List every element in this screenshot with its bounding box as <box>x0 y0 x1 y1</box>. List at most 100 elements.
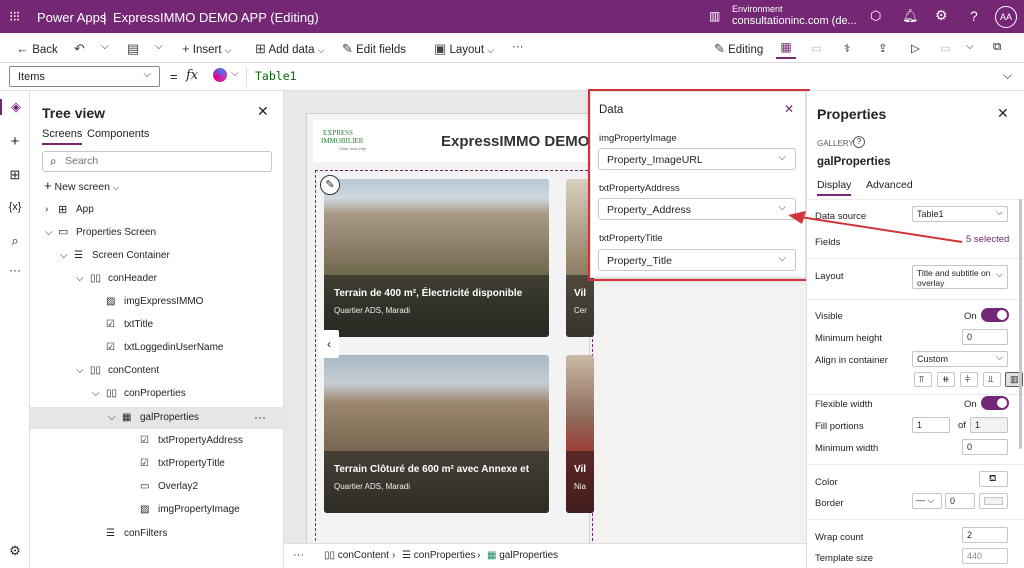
undo-button[interactable]: ↶ <box>74 41 85 57</box>
gallery-prev-button[interactable]: ‹ <box>319 330 339 358</box>
fields-link[interactable]: 5 selected <box>966 234 1009 245</box>
close-icon[interactable]: ✕ <box>997 105 1009 122</box>
tree-item-properties-screen[interactable]: ⌵ ▭ Properties Screen <box>30 222 284 244</box>
more-commands-button[interactable]: ··· <box>512 41 524 53</box>
min-width-input[interactable]: 0 <box>962 439 1008 455</box>
field-dropdown-address[interactable]: Property_Address ⌵ <box>598 198 796 220</box>
tree-item-conheader[interactable]: ⌵ ▯▯ conHeader <box>30 268 284 290</box>
publish-icon[interactable]: ⧉ <box>993 41 1001 54</box>
save-icon[interactable]: ▭ <box>940 41 951 55</box>
visible-toggle[interactable] <box>981 308 1009 322</box>
more-options-icon[interactable]: ··· <box>254 410 266 424</box>
close-icon[interactable]: ✕ <box>784 102 794 116</box>
environment-name[interactable]: consultationinc.com (de... <box>732 15 857 27</box>
border-width-input[interactable]: 0 <box>945 493 975 509</box>
play-icon[interactable]: ▷ <box>911 41 920 55</box>
template-size-input[interactable]: 440 <box>962 548 1008 564</box>
formula-input[interactable]: Table1 <box>255 69 297 83</box>
field-dropdown-image[interactable]: Property_ImageURL ⌵ <box>598 148 796 170</box>
redo-menu-chevron-icon[interactable]: ⌵ <box>155 41 163 52</box>
tree-item-txtpropertyaddress[interactable]: ☑ txtPropertyAddress <box>30 430 284 452</box>
align-middle-button[interactable]: ⧺ <box>937 372 955 387</box>
gallery-card[interactable]: Terrain de 400 m², Électricité disponibl… <box>324 179 549 337</box>
tree-item-imgpropertyimage[interactable]: ▨ imgPropertyImage <box>30 499 284 521</box>
field-dropdown-title[interactable]: Property_Title ⌵ <box>598 249 796 271</box>
align-stretch-button[interactable]: ⫫ <box>983 372 1001 387</box>
tree-item-conproperties[interactable]: ⌵ ▯▯ conProperties <box>30 383 284 405</box>
share-icon[interactable]: ⇪ <box>878 41 888 55</box>
settings-icon[interactable]: ⚙ <box>0 543 30 559</box>
tree-item-txttitle[interactable]: ☑ txtTitle <box>30 314 284 336</box>
comments-icon[interactable]: ▭ <box>811 41 822 55</box>
bell-icon[interactable]: 🔔︎ <box>902 8 919 24</box>
tree-view-icon[interactable]: ◈ <box>0 99 30 115</box>
help-icon[interactable]: ? <box>970 8 978 24</box>
tab-advanced[interactable]: Advanced <box>866 179 913 191</box>
flex-width-toggle[interactable] <box>981 396 1009 410</box>
back-button[interactable]: ← Back <box>16 41 58 56</box>
data-icon[interactable]: ⊞ <box>0 167 30 183</box>
breadcrumb-item-concontent[interactable]: ▯▯ conContent <box>324 550 389 561</box>
tree-item-app[interactable]: › ⊞ App <box>30 199 284 221</box>
breadcrumb-item-galproperties[interactable]: ▦ galProperties <box>487 550 558 561</box>
tree-item-txtloggedinusername[interactable]: ☑ txtLoggedinUserName <box>30 337 284 359</box>
insert-button[interactable]: + Insert ⌵ <box>182 41 232 56</box>
fill-portions-input[interactable]: 1 <box>912 417 950 433</box>
tree-item-confilters[interactable]: ☰ conFilters <box>30 523 284 545</box>
search-icon[interactable]: ⌕ <box>0 233 30 249</box>
copilot-formula-button[interactable]: ⌵ <box>207 67 247 87</box>
search-box[interactable]: ⌕ <box>42 151 272 172</box>
tree-item-concontent[interactable]: ⌵ ▯▯ conContent <box>30 360 284 382</box>
gallery-selection[interactable]: Terrain de 400 m², Électricité disponibl… <box>315 170 594 546</box>
edit-template-icon[interactable]: ✎ <box>320 175 340 195</box>
gallery-card[interactable]: Vil Nia <box>566 355 594 513</box>
tree-item-txtpropertytitle[interactable]: ☑ txtPropertyTitle <box>30 453 284 475</box>
editing-mode-button[interactable]: ✎ Editing <box>714 41 763 57</box>
tab-components[interactable]: Components <box>87 128 149 140</box>
add-data-button[interactable]: ⊞ Add data ⌵ <box>255 41 325 57</box>
tree-item-screen-container[interactable]: ⌵ ☰ Screen Container <box>30 245 284 267</box>
more-icon[interactable]: ··· <box>0 263 30 277</box>
min-height-input[interactable]: 0 <box>962 329 1008 345</box>
layout-dropdown[interactable]: Title and subtitle on overlay ⌵ <box>912 265 1008 289</box>
insert-icon[interactable]: + <box>0 133 30 150</box>
wrap-count-input[interactable]: 2 <box>962 527 1008 543</box>
border-color-picker[interactable] <box>979 493 1008 509</box>
edit-fields-button[interactable]: ✎ Edit fields <box>342 41 406 57</box>
close-icon[interactable]: ✕ <box>257 103 269 120</box>
tree-item-galproperties[interactable]: ⌵ ▦ galProperties ··· <box>30 407 284 429</box>
tab-screens[interactable]: Screens <box>42 128 83 145</box>
properties-pane-button[interactable]: ▦ <box>776 37 796 59</box>
save-menu-chevron-icon[interactable]: ⌵ <box>966 41 974 52</box>
gear-icon[interactable]: ⚙ <box>935 7 948 24</box>
copilot-icon[interactable]: ⬡ <box>870 8 881 24</box>
align-center-button[interactable]: ⫩ <box>960 372 978 387</box>
new-screen-button[interactable]: + New screen ⌵ <box>44 178 119 193</box>
tab-display[interactable]: Display <box>817 179 852 196</box>
property-dropdown[interactable]: Items ⌵ <box>9 66 160 87</box>
avatar[interactable]: AA <box>995 6 1017 28</box>
canvas-area[interactable]: EXPRESS IMMOBILIER Chez vous Hey Express… <box>284 91 594 546</box>
gallery-card[interactable]: Terrain Clôturé de 600 m² avec Annexe et… <box>324 355 549 513</box>
layout-icon: ▣ <box>434 41 447 56</box>
layout-button[interactable]: ▣ Layout ⌵ <box>434 41 494 57</box>
tree-item-imgexpressimmo[interactable]: ▨ imgExpressIMMO <box>30 291 284 313</box>
search-input[interactable] <box>65 155 265 167</box>
expand-formula-chevron-icon[interactable]: ⌵ <box>1003 68 1012 83</box>
variables-icon[interactable]: {x} <box>0 201 30 213</box>
fx-icon: fx <box>186 68 199 83</box>
border-style-dropdown[interactable]: — ⌵ <box>912 493 942 509</box>
align-top-button[interactable]: ⫪ <box>914 372 932 387</box>
align-dropdown[interactable]: Custom ⌵ <box>912 351 1008 367</box>
color-picker[interactable]: ⛾ <box>979 471 1008 487</box>
help-circle-icon[interactable]: ? <box>853 136 865 148</box>
undo-menu-chevron-icon[interactable]: ⌵ <box>101 41 109 52</box>
app-checker-icon[interactable]: ⚕ <box>844 41 850 55</box>
breadcrumb-item-conproperties[interactable]: ☰ conProperties <box>402 550 475 561</box>
tree-item-overlay2[interactable]: ▭ Overlay2 <box>30 476 284 498</box>
scrollbar[interactable] <box>1019 199 1022 449</box>
breadcrumb-more[interactable]: ··· <box>293 549 304 561</box>
redo-button[interactable]: ▤ <box>127 41 139 57</box>
app-launcher-icon[interactable]: ⁝⁝⁝ <box>9 8 20 25</box>
command-bar: ← Back ↶ ⌵ ▤ ⌵ + Insert ⌵ ⊞ Add data ⌵ ✎… <box>0 33 1024 63</box>
